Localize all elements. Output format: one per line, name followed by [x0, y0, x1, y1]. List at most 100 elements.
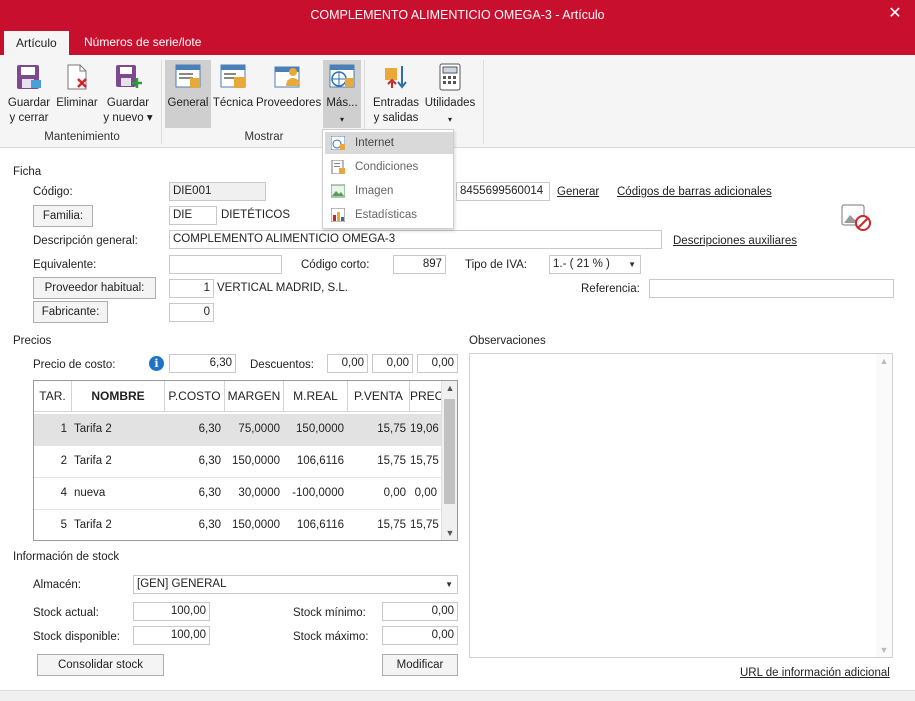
cell-m-real: 106,6116 [296, 519, 344, 531]
equivalente-label: Equivalente: [33, 259, 97, 271]
tab-numeros-serie-lote[interactable]: Números de serie/lote [72, 30, 213, 55]
barcode-field[interactable]: 8455699560014 [456, 182, 550, 201]
url-informacion-link[interactable]: URL de información adicional [740, 667, 890, 679]
info-icon[interactable]: i [149, 356, 164, 371]
scroll-up-icon[interactable]: ▲ [442, 381, 457, 395]
menu-item-condiciones[interactable]: Condiciones [325, 156, 453, 178]
precio-costo-field[interactable]: 6,30 [169, 354, 236, 373]
proveedor-name: VERTICAL MADRID, S.L. [217, 282, 349, 294]
delete-button[interactable]: Eliminar [55, 60, 99, 111]
descuento-3-field[interactable]: 0,00 [417, 354, 458, 373]
menu-item-estadisticas[interactable]: Estadísticas [325, 204, 453, 226]
familia-code-field[interactable]: DIE [169, 206, 217, 225]
delete-icon [62, 62, 92, 92]
cell-m-real: 106,6116 [296, 455, 344, 467]
column-header-precio-ii[interactable]: PRECIO I/I [410, 381, 456, 434]
codigo-field[interactable]: DIE001 [169, 182, 266, 201]
cell-p-costo: 6,30 [198, 455, 221, 467]
stock-maximo-field[interactable]: 0,00 [382, 626, 458, 645]
modificar-button[interactable]: Modificar [382, 654, 458, 676]
technical-icon [218, 62, 248, 92]
stock-minimo-field[interactable]: 0,00 [382, 602, 458, 621]
codigos-barras-link[interactable]: Códigos de barras adicionales [617, 186, 772, 198]
referencia-field[interactable] [649, 279, 894, 298]
utilities-button[interactable]: Utilidades ▾ [424, 60, 476, 127]
descripcion-field[interactable]: COMPLEMENTO ALIMENTICIO OMEGA-3 [169, 230, 662, 249]
column-header-p-costo[interactable]: P.COSTO [165, 381, 225, 412]
scroll-down-icon[interactable]: ▼ [442, 526, 457, 540]
general-button[interactable]: General [165, 60, 211, 128]
table-row[interactable]: 4 nueva 6,30 30,0000 -100,0000 0,00 0,00 [34, 478, 441, 510]
fabricante-field[interactable]: 0 [169, 303, 214, 322]
cell-nombre: Tarifa 2 [74, 423, 112, 435]
descripciones-auxiliares-link[interactable]: Descripciones auxiliares [673, 235, 797, 247]
stock-section-title: Información de stock [13, 551, 120, 563]
close-icon[interactable]: ✕ [885, 0, 905, 30]
suppliers-label: Proveedores [256, 97, 322, 109]
column-header-tar[interactable]: TAR. [34, 381, 72, 412]
column-header-margen[interactable]: MARGEN [225, 381, 284, 412]
conditions-icon [331, 159, 345, 175]
in-out-icon [381, 62, 411, 92]
descuento-1-field[interactable]: 0,00 [327, 354, 368, 373]
cell-p-venta: 15,75 [377, 519, 406, 531]
proveedor-number-field[interactable]: 1 [169, 279, 214, 298]
cell-p-costo: 6,30 [198, 487, 221, 499]
fabricante-button[interactable]: Fabricante: [33, 301, 108, 323]
no-image-icon[interactable] [840, 201, 874, 233]
familia-button[interactable]: Familia: [33, 205, 93, 227]
cell-p-costo: 6,30 [198, 423, 221, 435]
scroll-down-icon[interactable]: ▼ [876, 643, 892, 657]
tipo-iva-select[interactable]: 1.- ( 21 % ) ▼ [549, 255, 641, 274]
save-close-button[interactable]: Guardar y cerrar [6, 60, 52, 126]
consolidar-stock-button[interactable]: Consolidar stock [37, 654, 164, 676]
group-mantenimiento-label: Mantenimiento [44, 131, 120, 143]
cell-tar: 1 [60, 423, 67, 435]
stock-actual-label: Stock actual: [33, 607, 99, 619]
cell-margen: 75,0000 [238, 423, 280, 435]
menu-item-imagen[interactable]: Imagen [325, 180, 453, 202]
cell-precio-ii: 19,06 [410, 423, 439, 435]
cell-margen: 150,0000 [232, 455, 280, 467]
ribbon-separator [483, 60, 484, 144]
general-icon [173, 62, 203, 92]
codigo-label: Código: [33, 186, 73, 198]
equivalente-field[interactable] [169, 255, 282, 274]
column-header-m-real[interactable]: M.REAL [284, 381, 348, 412]
scroll-up-icon[interactable]: ▲ [876, 354, 892, 368]
tipo-iva-label: Tipo de IVA: [465, 259, 528, 271]
save-new-button[interactable]: Guardar y nuevo ▾ [102, 60, 154, 126]
observaciones-scrollbar[interactable]: ▲ ▼ [876, 354, 892, 657]
cell-margen: 150,0000 [232, 519, 280, 531]
table-row[interactable]: 2 Tarifa 2 6,30 150,0000 106,6116 15,75 … [34, 446, 441, 478]
suppliers-button[interactable]: Proveedores [256, 60, 322, 111]
generar-link[interactable]: Generar [557, 186, 599, 198]
save-new-label-1: Guardar [106, 97, 150, 109]
column-header-nombre[interactable]: NOMBRE [72, 381, 165, 412]
table-row[interactable]: 5 Tarifa 2 6,30 150,0000 106,6116 15,75 … [34, 510, 441, 540]
cell-tar: 4 [60, 487, 67, 499]
more-button[interactable]: Más... ▾ [323, 60, 361, 128]
cell-margen: 30,0000 [238, 487, 280, 499]
table-row[interactable]: 1 Tarifa 2 6,30 75,0000 150,0000 15,75 1… [34, 414, 441, 446]
almacen-select[interactable]: [GEN] GENERAL ▼ [133, 575, 458, 594]
scrollbar-thumb[interactable] [444, 399, 455, 504]
precios-section-title: Precios [13, 335, 52, 347]
stock-actual-field[interactable]: 100,00 [133, 602, 210, 621]
tariff-grid: TAR. NOMBRE P.COSTO MARGEN M.REAL P.VENT… [33, 380, 458, 541]
stock-disponible-field[interactable]: 100,00 [133, 626, 210, 645]
grid-scrollbar[interactable]: ▲ ▼ [441, 381, 457, 540]
observaciones-textarea[interactable]: ▲ ▼ [469, 353, 893, 658]
codigo-corto-field[interactable]: 897 [393, 255, 446, 274]
column-header-p-venta[interactable]: P.VENTA [348, 381, 410, 412]
ribbon-separator [161, 60, 162, 144]
descuento-2-field[interactable]: 0,00 [372, 354, 413, 373]
in-out-button[interactable]: Entradas y salidas [370, 60, 422, 126]
cell-tar: 2 [60, 455, 67, 467]
save-close-label-1: Guardar [7, 97, 51, 109]
tab-articulo[interactable]: Artículo [4, 31, 69, 55]
proveedor-habitual-button[interactable]: Proveedor habitual: [33, 277, 156, 299]
technical-button[interactable]: Técnica [212, 60, 254, 111]
menu-item-internet[interactable]: Internet [325, 132, 453, 154]
cell-p-venta: 15,75 [377, 423, 406, 435]
